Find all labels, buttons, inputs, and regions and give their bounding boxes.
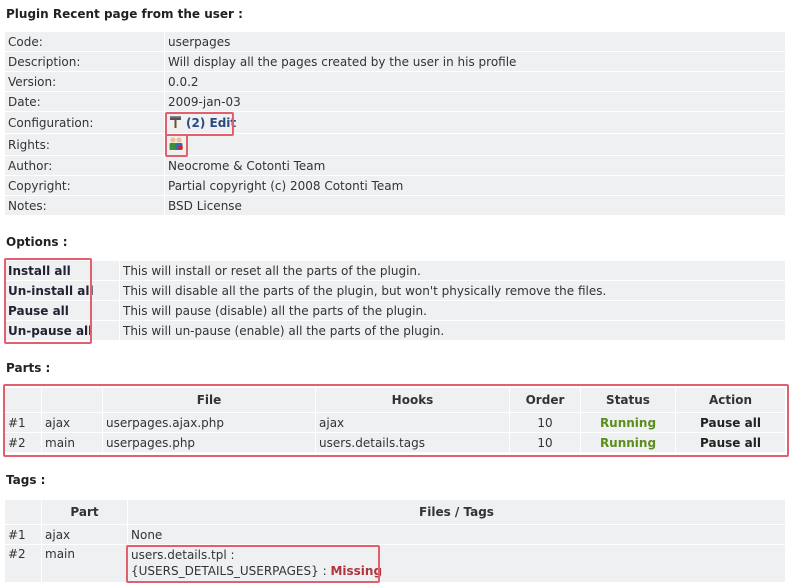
parts-header-hooks: Hooks: [316, 388, 510, 413]
options-table: Install all This will install or reset a…: [5, 261, 786, 341]
tag-name: {USERS_DETAILS_USERPAGES} :: [131, 564, 327, 578]
rights-users-icon[interactable]: [168, 135, 184, 154]
option-description: This will install or reset all the parts…: [120, 261, 786, 281]
info-value: BSD License: [165, 196, 786, 216]
info-row-date: Date: 2009-jan-03: [5, 92, 786, 112]
info-row-configuration: Configuration: (2) Edit: [5, 112, 786, 134]
install-all-link[interactable]: Install all: [5, 261, 120, 281]
info-label: Notes:: [5, 196, 165, 216]
tag-part: main: [42, 545, 128, 583]
parts-row: #2 main userpages.php users.details.tags…: [5, 433, 786, 453]
option-row: Pause all This will pause (disable) all …: [5, 301, 786, 321]
part-order: 10: [510, 433, 581, 453]
part-num: #2: [5, 433, 42, 453]
tag-files: None: [128, 525, 786, 545]
info-row-author: Author: Neocrome & Cotonti Team: [5, 156, 786, 176]
part-name: main: [42, 433, 103, 453]
tag-files-cell: users.details.tpl : {USERS_DETAILS_USERP…: [128, 545, 786, 583]
configuration-cell: (2) Edit: [165, 112, 786, 134]
option-description: This will disable all the parts of the p…: [120, 281, 786, 301]
tags-row: #2 main users.details.tpl : {USERS_DETAI…: [5, 545, 786, 583]
part-hooks: users.details.tags: [316, 433, 510, 453]
tag-file-line: users.details.tpl :: [131, 548, 235, 562]
info-row-notes: Notes: BSD License: [5, 196, 786, 216]
parts-header-row: File Hooks Order Status Action: [5, 388, 786, 413]
info-row-copyright: Copyright: Partial copyright (c) 2008 Co…: [5, 176, 786, 196]
tags-title: Tags :: [6, 473, 46, 487]
parts-header-num: [5, 388, 42, 413]
parts-row: #1 ajax userpages.ajax.php ajax 10 Runni…: [5, 413, 786, 433]
tag-status-missing: Missing: [330, 564, 383, 578]
tag-part: ajax: [42, 525, 128, 545]
tags-header-part: Part: [42, 500, 128, 525]
part-hooks: ajax: [316, 413, 510, 433]
info-label: Author:: [5, 156, 165, 176]
parts-header-part: [42, 388, 103, 413]
pause-all-link[interactable]: Pause all: [5, 301, 120, 321]
option-row: Un-install all This will disable all the…: [5, 281, 786, 301]
tag-num: #1: [5, 525, 42, 545]
info-row-code: Code: userpages: [5, 32, 786, 52]
part-order: 10: [510, 413, 581, 433]
parts-header-file: File: [103, 388, 316, 413]
info-label: Copyright:: [5, 176, 165, 196]
option-description: This will un-pause (enable) all the part…: [120, 321, 786, 341]
info-value: 0.0.2: [165, 72, 786, 92]
info-label: Version:: [5, 72, 165, 92]
option-row: Install all This will install or reset a…: [5, 261, 786, 281]
part-file: userpages.ajax.php: [103, 413, 316, 433]
uninstall-all-link[interactable]: Un-install all: [5, 281, 120, 301]
info-row-version: Version: 0.0.2: [5, 72, 786, 92]
tags-row: #1 ajax None: [5, 525, 786, 545]
info-row-rights: Rights:: [5, 134, 786, 156]
info-label: Rights:: [5, 134, 165, 156]
part-status: Running: [581, 413, 676, 433]
parts-header-order: Order: [510, 388, 581, 413]
plugin-title: Plugin Recent page from the user :: [6, 7, 243, 21]
tag-line: {USERS_DETAILS_USERPAGES} : Missing: [131, 563, 782, 579]
unpause-all-link[interactable]: Un-pause all: [5, 321, 120, 341]
info-value: Partial copyright (c) 2008 Cotonti Team: [165, 176, 786, 196]
options-title: Options :: [6, 235, 68, 249]
info-value: userpages: [165, 32, 786, 52]
rights-cell: [165, 134, 786, 156]
info-row-description: Description: Will display all the pages …: [5, 52, 786, 72]
parts-header-action: Action: [676, 388, 786, 413]
info-value: Neocrome & Cotonti Team: [165, 156, 786, 176]
info-label: Configuration:: [5, 112, 165, 134]
part-status: Running: [581, 433, 676, 453]
option-description: This will pause (disable) all the parts …: [120, 301, 786, 321]
info-label: Code:: [5, 32, 165, 52]
pause-part-button[interactable]: Pause all: [676, 433, 786, 453]
tags-header-num: [5, 500, 42, 525]
configuration-edit-link[interactable]: (2) Edit: [168, 114, 236, 132]
parts-header-status: Status: [581, 388, 676, 413]
part-num: #1: [5, 413, 42, 433]
info-value: 2009-jan-03: [165, 92, 786, 112]
info-value: Will display all the pages created by th…: [165, 52, 786, 72]
part-file: userpages.php: [103, 433, 316, 453]
hammer-icon: [168, 114, 183, 132]
tags-header-files: Files / Tags: [128, 500, 786, 525]
parts-title: Parts :: [6, 361, 51, 375]
configuration-edit-label: (2) Edit: [186, 115, 237, 130]
plugin-info-table: Code: userpages Description: Will displa…: [5, 32, 786, 216]
tags-table: Part Files / Tags #1 ajax None #2 main u…: [5, 500, 786, 583]
pause-part-button[interactable]: Pause all: [676, 413, 786, 433]
tags-header-row: Part Files / Tags: [5, 500, 786, 525]
part-name: ajax: [42, 413, 103, 433]
option-row: Un-pause all This will un-pause (enable)…: [5, 321, 786, 341]
parts-table: File Hooks Order Status Action #1 ajax u…: [5, 388, 786, 453]
tag-num: #2: [5, 545, 42, 583]
info-label: Description:: [5, 52, 165, 72]
info-label: Date:: [5, 92, 165, 112]
